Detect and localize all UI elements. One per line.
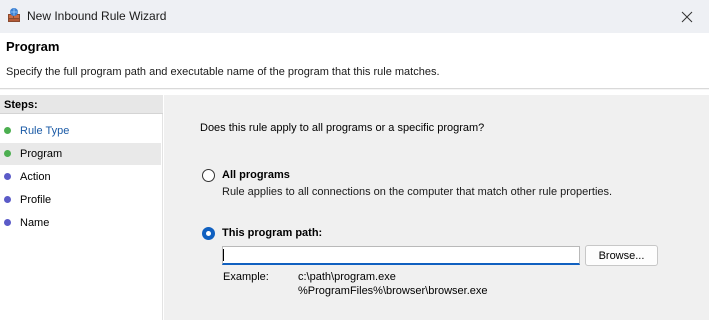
step-rule-type[interactable]: Rule Type [0, 120, 161, 142]
step-status-dot-icon [4, 127, 11, 134]
step-label: Rule Type [20, 125, 70, 137]
scope-question: Does this rule apply to all programs or … [200, 122, 485, 134]
close-icon [681, 11, 693, 22]
step-profile[interactable]: Profile [0, 189, 161, 211]
step-action[interactable]: Action [0, 166, 161, 188]
step-status-dot-icon [4, 173, 11, 180]
this-program-radio[interactable] [202, 227, 215, 240]
all-programs-label[interactable]: All programs [222, 169, 290, 181]
example-path-2: %ProgramFiles%\browser\browser.exe [298, 285, 488, 297]
this-program-label[interactable]: This program path: [222, 227, 322, 239]
page-title: Program [6, 39, 60, 54]
all-programs-description: Rule applies to all connections on the c… [222, 186, 613, 198]
all-programs-radio[interactable] [202, 169, 215, 182]
step-label: Program [20, 148, 63, 160]
main-panel: Does this rule apply to all programs or … [164, 95, 709, 320]
example-path-1: c:\path\program.exe [298, 271, 396, 283]
step-program[interactable]: Program [0, 143, 161, 165]
steps-heading: Steps: [4, 99, 38, 111]
page-header: Program Specify the full program path an… [0, 33, 709, 88]
close-button[interactable] [665, 0, 709, 33]
step-label: Name [20, 217, 50, 229]
step-status-dot-icon [4, 219, 11, 226]
text-caret [223, 249, 224, 261]
step-status-dot-icon [4, 150, 11, 157]
title-bar: New Inbound Rule Wizard [0, 0, 709, 33]
program-path-input[interactable] [222, 246, 580, 265]
browse-button[interactable]: Browse... [585, 245, 658, 266]
steps-header: Steps: [0, 95, 163, 114]
step-status-dot-icon [4, 196, 11, 203]
step-name[interactable]: Name [0, 212, 161, 234]
steps-panel: Steps: Rule Type Program Action Profile … [0, 95, 163, 320]
window-title: New Inbound Rule Wizard [27, 9, 167, 23]
firewall-icon [8, 8, 20, 22]
page-description: Specify the full program path and execut… [6, 66, 440, 78]
header-divider [0, 88, 709, 90]
step-label: Action [20, 171, 51, 183]
example-label: Example: [223, 271, 269, 283]
step-label: Profile [20, 194, 52, 206]
